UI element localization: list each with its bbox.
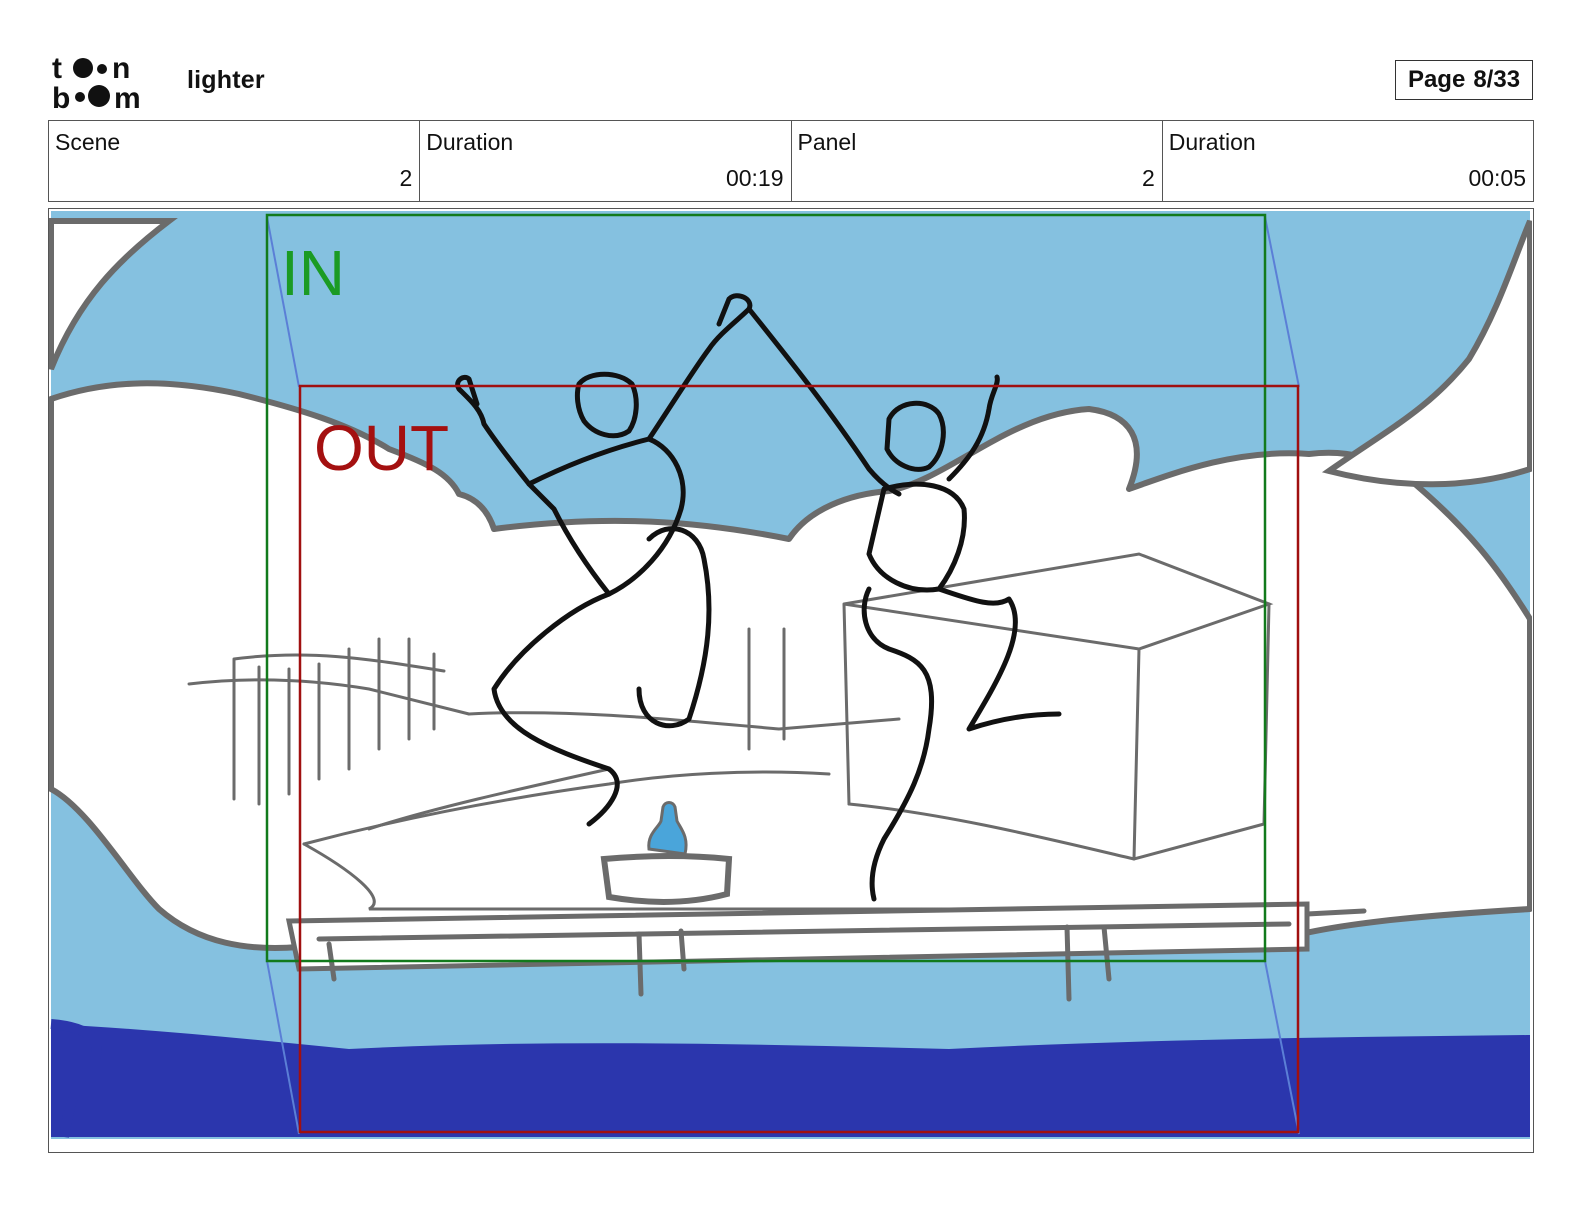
scene-duration-value: 00:19 — [725, 165, 784, 191]
scene-label: Scene — [55, 129, 121, 155]
project-name: lighter — [187, 66, 265, 94]
svg-text:t: t — [52, 52, 62, 85]
svg-text:b: b — [52, 82, 70, 112]
scene-duration-label: Duration — [426, 129, 514, 155]
panel-label: Panel — [797, 129, 857, 155]
panel-duration-value: 00:05 — [1468, 165, 1526, 191]
panel-drawing: IN OUT — [49, 211, 1532, 1139]
scene-duration-cell: Duration 00:19 — [420, 121, 792, 201]
panel-info-table: Scene 2 Duration 00:19 Panel 2 Duration … — [48, 120, 1534, 202]
scene-cell: Scene 2 — [49, 121, 421, 201]
page-header: t n b m lighter Page 8/33 — [0, 0, 1584, 120]
toonboom-logo: t n b m — [52, 52, 164, 115]
in-label: IN — [281, 237, 345, 309]
page-label: Page — [1407, 66, 1466, 93]
panel-value: 2 — [1141, 165, 1155, 191]
page-indicator: Page 8/33 — [1395, 60, 1533, 100]
panel-cell: Panel 2 — [792, 121, 1163, 201]
panel-duration-cell: Duration 00:05 — [1163, 121, 1533, 201]
out-label: OUT — [314, 412, 449, 484]
storyboard-panel: IN OUT — [48, 208, 1534, 1153]
svg-text:n: n — [112, 52, 130, 85]
panel-duration-label: Duration — [1168, 129, 1256, 155]
scene-value: 2 — [399, 165, 413, 191]
page-value: 8/33 — [1473, 66, 1521, 93]
svg-text:m: m — [114, 82, 141, 112]
